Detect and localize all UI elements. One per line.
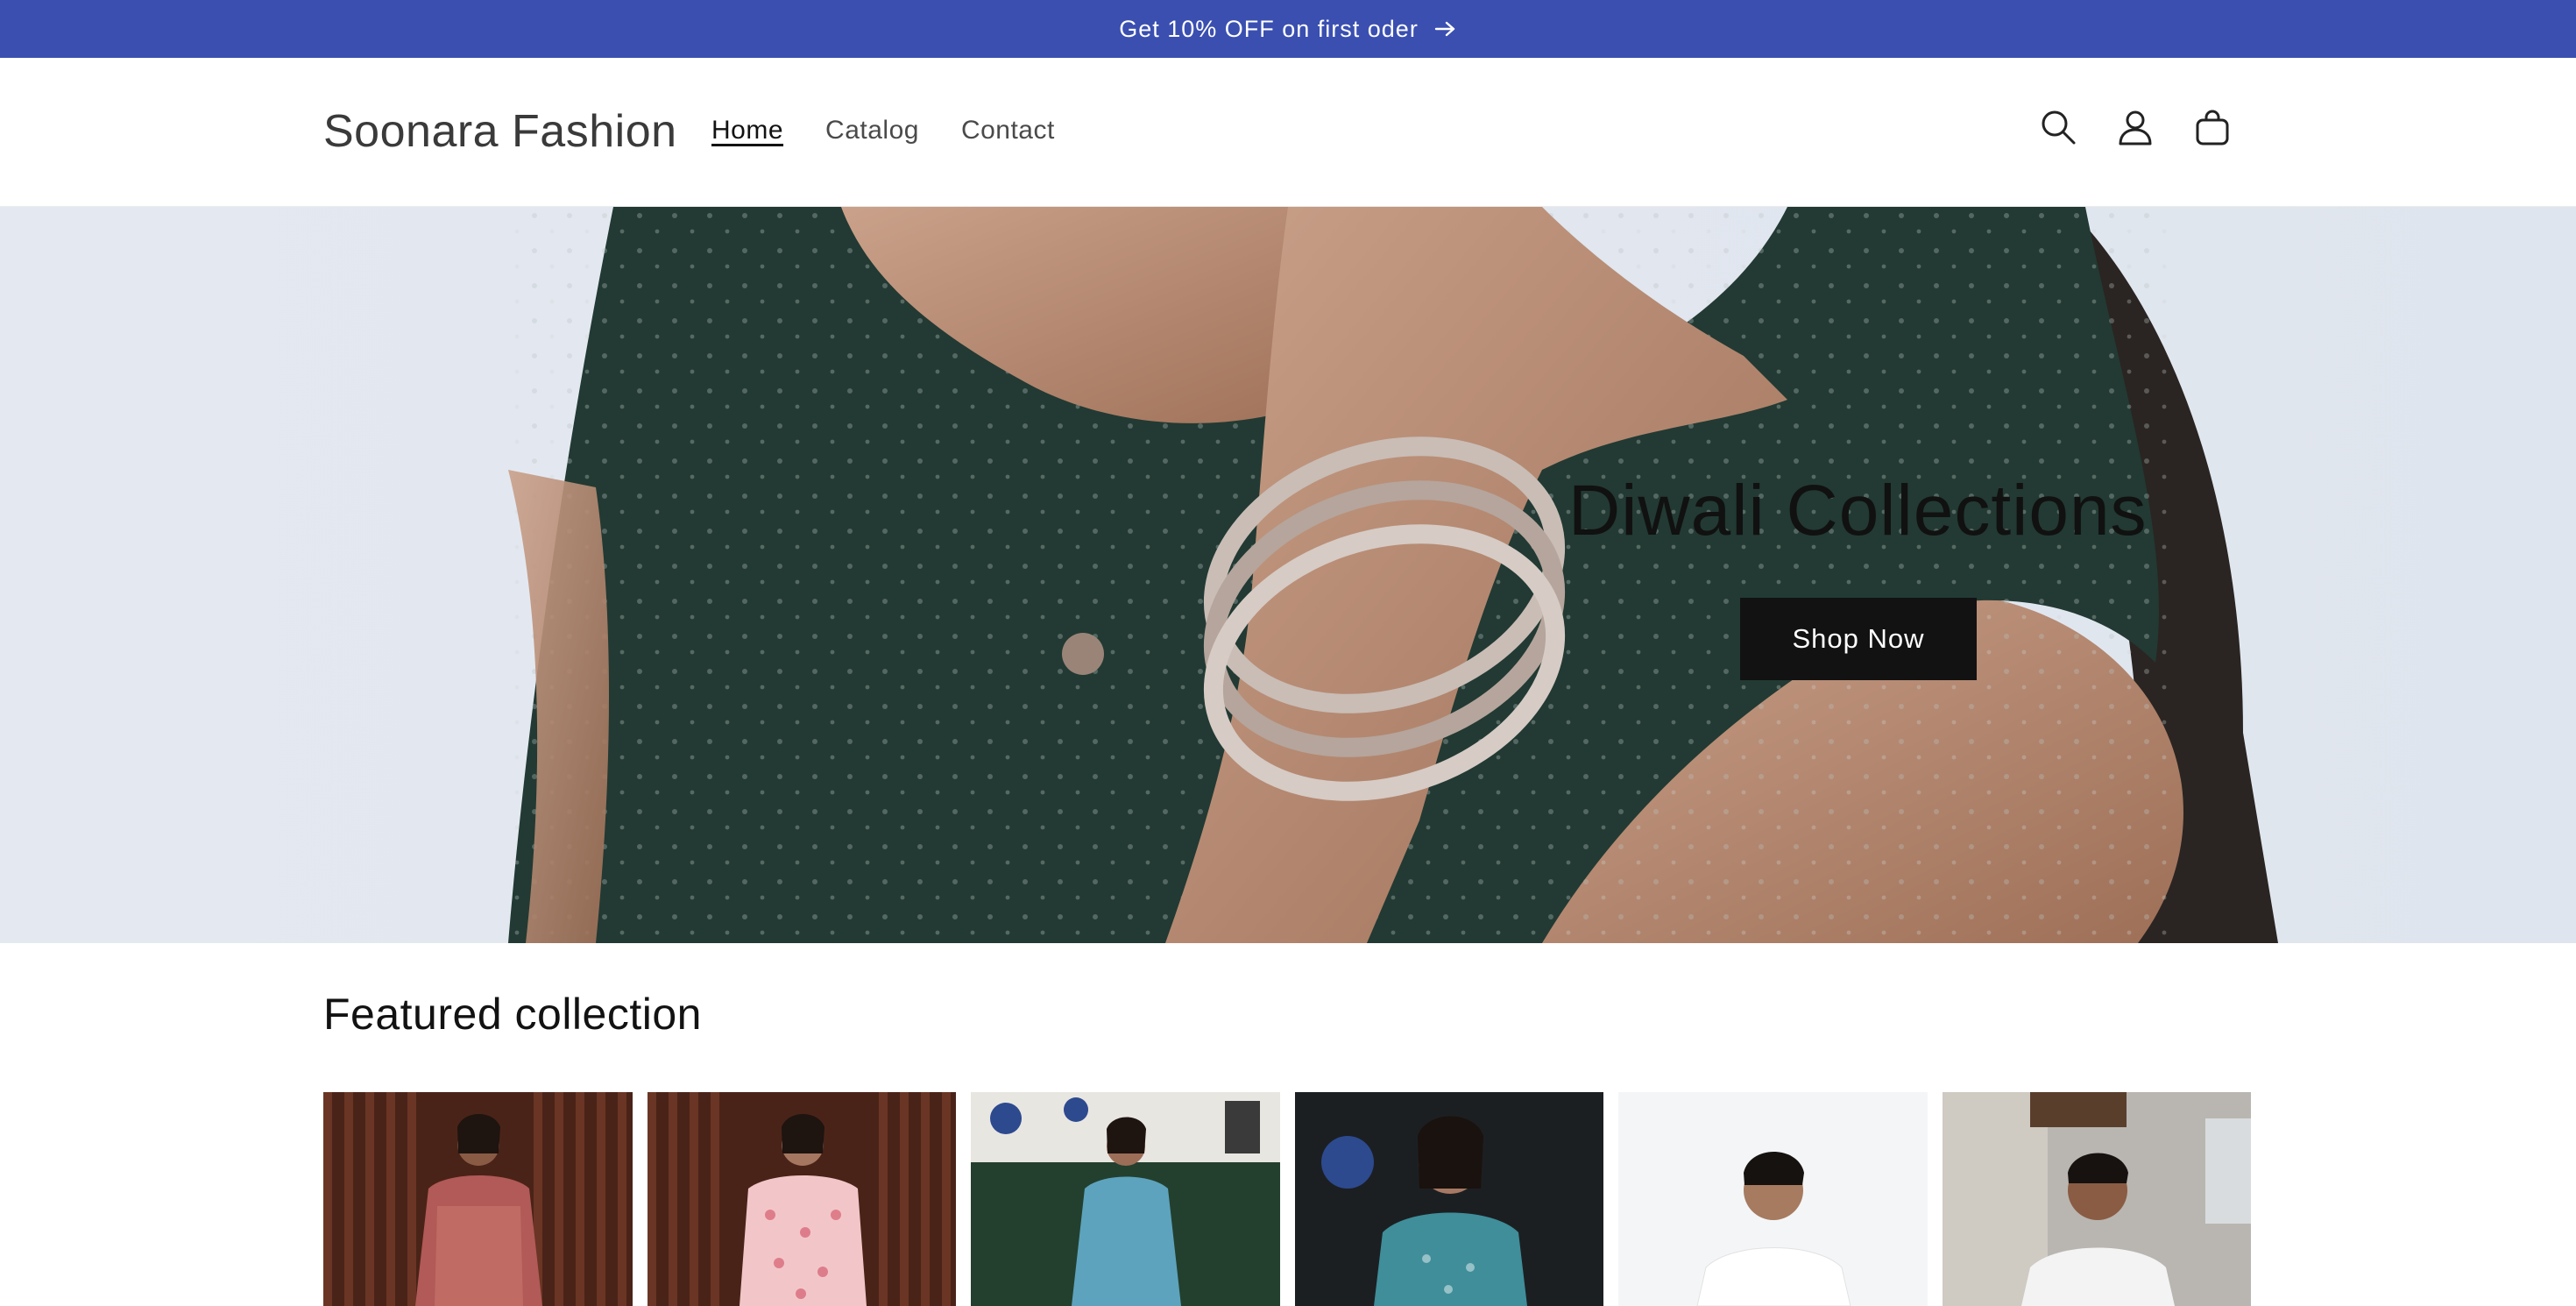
shop-now-button[interactable]: Shop Now: [1740, 598, 1977, 680]
header-icons: [2038, 107, 2233, 147]
announcement-text: Get 10% OFF on first oder: [1119, 15, 1419, 42]
product-image-floral-kurta-red: [323, 1092, 633, 1306]
product-image-white-shirt-man: [1618, 1092, 1928, 1306]
site-header: Soonara Fashion Home Catalog Contact: [0, 58, 2576, 207]
hero-title: Diwali Collections: [1568, 471, 2148, 550]
site-logo[interactable]: Soonara Fashion: [323, 105, 677, 158]
nav-link-contact[interactable]: Contact: [961, 116, 1055, 149]
product-card[interactable]: [971, 1092, 1280, 1306]
product-card[interactable]: [647, 1092, 956, 1306]
arrow-right-icon: [1434, 20, 1457, 38]
product-card[interactable]: [323, 1092, 633, 1306]
cart-icon[interactable]: [2192, 107, 2233, 147]
search-icon[interactable]: [2038, 107, 2078, 147]
product-grid: [323, 1092, 2251, 1306]
main-nav: Home Catalog Contact: [711, 116, 1055, 149]
featured-collection-title: Featured collection: [323, 990, 702, 1039]
hero-image: [0, 207, 2576, 943]
product-card[interactable]: [1294, 1092, 1603, 1306]
product-image-teal-printed-kurta: [1294, 1092, 1603, 1306]
announcement-bar[interactable]: Get 10% OFF on first oder: [0, 0, 2576, 58]
product-image-blue-sleeveless-kurta: [971, 1092, 1280, 1306]
account-icon[interactable]: [2115, 107, 2155, 147]
product-image-white-shirt-man-2: [1942, 1092, 2251, 1306]
nav-link-catalog[interactable]: Catalog: [825, 116, 919, 149]
product-card[interactable]: [1942, 1092, 2251, 1306]
nav-link-home[interactable]: Home: [711, 116, 783, 149]
hero-banner: Diwali Collections Shop Now: [0, 207, 2576, 943]
product-image-pink-floral-kurta: [647, 1092, 956, 1306]
product-card[interactable]: [1618, 1092, 1928, 1306]
